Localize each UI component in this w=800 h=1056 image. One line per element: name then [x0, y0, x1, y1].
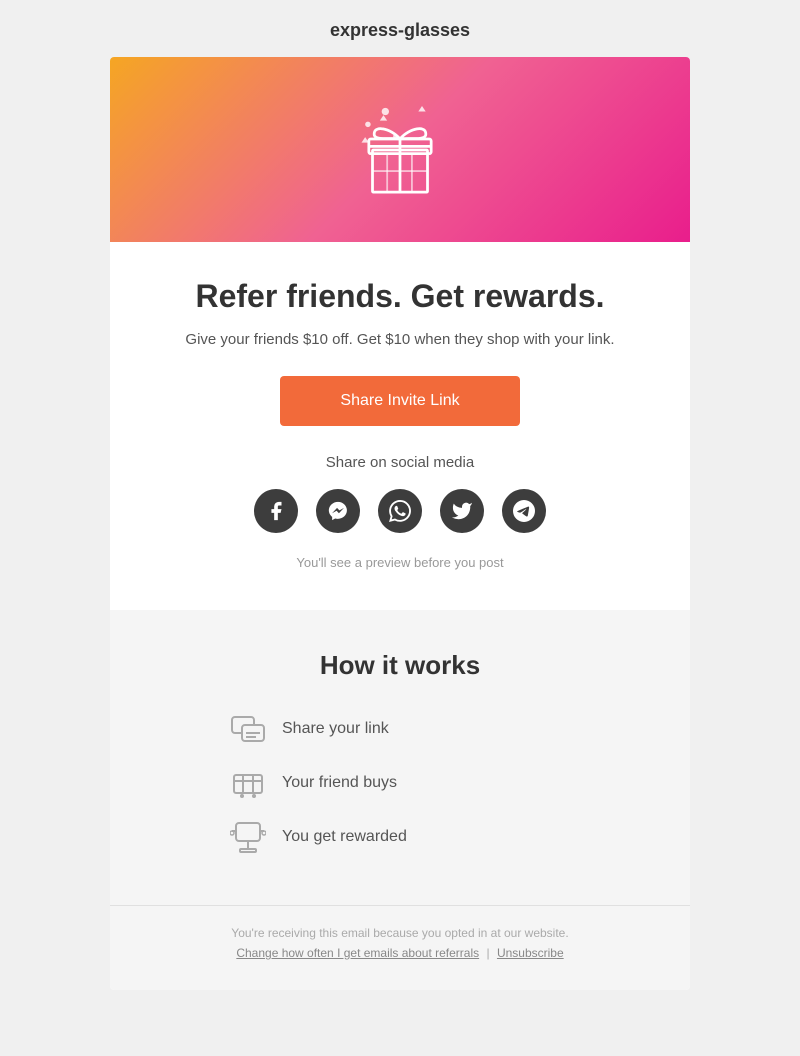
- whatsapp-icon-button[interactable]: [378, 489, 422, 533]
- how-it-works-section: How it works Share your link: [110, 610, 690, 905]
- cart-icon: [230, 765, 266, 801]
- step-rewarded-text: You get rewarded: [282, 828, 407, 846]
- hero-banner: [110, 57, 690, 242]
- gift-icon: [345, 95, 455, 205]
- footer-section: You're receiving this email because you …: [110, 905, 690, 990]
- preview-text: You'll see a preview before you post: [170, 555, 630, 570]
- twitter-icon: [451, 500, 473, 522]
- share-link-icon: [230, 711, 266, 747]
- email-container: Refer friends. Get rewards. Give your fr…: [110, 57, 690, 990]
- reward-icon: [230, 819, 266, 855]
- footer-separator: |: [486, 946, 489, 960]
- messenger-icon: [327, 500, 349, 522]
- whatsapp-icon: [389, 500, 411, 522]
- how-it-works-title: How it works: [170, 650, 630, 681]
- share-icon: [230, 711, 266, 747]
- step-friend-buys: Your friend buys: [230, 765, 397, 801]
- content-area: Refer friends. Get rewards. Give your fr…: [110, 242, 690, 610]
- shopping-cart-icon: [230, 765, 266, 801]
- footer-links: Change how often I get emails about refe…: [170, 946, 630, 960]
- social-icons-row: [170, 489, 630, 533]
- step-share-link-text: Share your link: [282, 720, 389, 738]
- messenger-icon-button[interactable]: [316, 489, 360, 533]
- twitter-icon-button[interactable]: [440, 489, 484, 533]
- unsubscribe-link[interactable]: Unsubscribe: [497, 946, 564, 960]
- page-title: express-glasses: [330, 20, 470, 41]
- change-email-frequency-link[interactable]: Change how often I get emails about refe…: [236, 946, 479, 960]
- sub-text: Give your friends $10 off. Get $10 when …: [170, 331, 630, 348]
- step-rewarded: You get rewarded: [230, 819, 407, 855]
- main-heading: Refer friends. Get rewards.: [170, 278, 630, 315]
- social-label: Share on social media: [170, 454, 630, 471]
- share-invite-link-button[interactable]: Share Invite Link: [280, 376, 519, 426]
- footer-notice: You're receiving this email because you …: [170, 926, 630, 940]
- steps-list: Share your link Your friend buys: [170, 711, 630, 855]
- facebook-icon-button[interactable]: [254, 489, 298, 533]
- step-share-link: Share your link: [230, 711, 389, 747]
- facebook-icon: [265, 500, 287, 522]
- step-friend-buys-text: Your friend buys: [282, 774, 397, 792]
- trophy-icon: [230, 819, 266, 855]
- telegram-icon-button[interactable]: [502, 489, 546, 533]
- telegram-icon: [513, 500, 535, 522]
